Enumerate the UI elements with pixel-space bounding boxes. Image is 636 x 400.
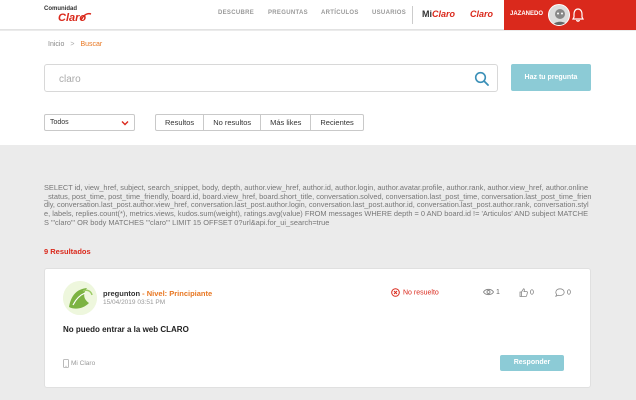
mi-claro-link[interactable]: MiClaro	[422, 9, 455, 19]
search-box	[44, 64, 498, 92]
status-text: No resuelto	[403, 289, 439, 297]
filter-tab-resultos[interactable]: Resultos	[156, 115, 203, 130]
likes-count: 0	[530, 289, 534, 297]
nav-articulos[interactable]: ARTÍCULOS	[321, 10, 359, 16]
claro-link-text: Claro	[470, 9, 494, 19]
results-count: 9 Resultados	[44, 247, 91, 256]
user-menu[interactable]: JAZANEDO	[504, 0, 636, 30]
filter-tab-recientes[interactable]: Recientes	[310, 115, 362, 130]
user-avatar-icon	[549, 5, 569, 25]
unsolved-icon	[391, 288, 400, 297]
author-line: pregunton - Nivel: Principiante	[103, 289, 212, 298]
chevron-down-icon	[121, 121, 129, 126]
breadcrumb-current: Buscar	[80, 41, 103, 48]
search-input[interactable]	[59, 71, 459, 87]
author-avatar[interactable]	[63, 281, 97, 315]
author-name[interactable]: pregunton	[103, 289, 140, 298]
filter-select[interactable]: Todos	[44, 114, 135, 131]
thumbs-up-icon	[519, 288, 528, 297]
phone-icon	[63, 359, 69, 368]
author-level: Nivel: Principiante	[146, 289, 213, 298]
eye-icon	[482, 288, 495, 296]
status-badge: No resuelto	[391, 288, 439, 297]
result-category[interactable]: Mi Claro	[63, 359, 95, 368]
breadcrumb-separator: >	[70, 41, 75, 48]
mi-claro-mi-text: Mi	[422, 9, 432, 19]
query-debug-text: SELECT id, view_href, subject, search_sn…	[44, 183, 592, 227]
category-label: Mi Claro	[71, 360, 96, 368]
mi-claro-claro-text: Claro	[432, 9, 456, 19]
result-title[interactable]: No puedo entrar a la web CLARO	[63, 325, 189, 334]
ask-question-button[interactable]: Haz tu pregunta	[511, 64, 591, 91]
nav-descubre[interactable]: DESCUBRE	[218, 10, 254, 16]
filter-tab-mas-likes[interactable]: Más likes	[260, 115, 310, 130]
author-avatar-icon	[63, 281, 97, 315]
search-icon[interactable]	[474, 71, 489, 86]
nav-preguntas[interactable]: PREGUNTAS	[268, 10, 308, 16]
claro-link[interactable]: Claro	[470, 9, 493, 19]
comunidad-claro-logo[interactable]: Comunidad Claro	[44, 6, 94, 26]
username: JAZANEDO	[510, 11, 544, 17]
comment-icon	[555, 288, 565, 298]
reply-button[interactable]: Responder	[500, 355, 564, 371]
result-card[interactable]: pregunton - Nivel: Principiante 15/04/20…	[44, 268, 591, 388]
bell-icon[interactable]	[572, 8, 584, 22]
comments-count: 0	[567, 289, 571, 297]
filter-tabs: Resultos No resultos Más likes Recientes	[155, 114, 364, 131]
nav-divider	[412, 6, 413, 24]
post-date: 15/04/2019 03:51 PM	[103, 299, 166, 306]
nav-usuarios[interactable]: USUARIOS	[372, 10, 406, 16]
filter-tab-no-resultos[interactable]: No resultos	[203, 115, 260, 130]
likes-stat[interactable]: 0	[519, 288, 534, 297]
author-level-separator: -	[140, 289, 147, 298]
views-stat: 1	[482, 288, 500, 296]
logo-swoosh-icon	[80, 12, 92, 21]
user-avatar[interactable]	[548, 4, 570, 26]
filter-select-value: Todos	[50, 119, 69, 126]
views-count: 1	[496, 288, 500, 296]
breadcrumb-home[interactable]: Inicio	[48, 41, 64, 48]
breadcrumb: Inicio > Buscar	[48, 41, 102, 48]
top-header: Comunidad Claro DESCUBRE PREGUNTAS ARTÍC…	[0, 0, 636, 30]
comments-stat: 0	[555, 288, 571, 298]
